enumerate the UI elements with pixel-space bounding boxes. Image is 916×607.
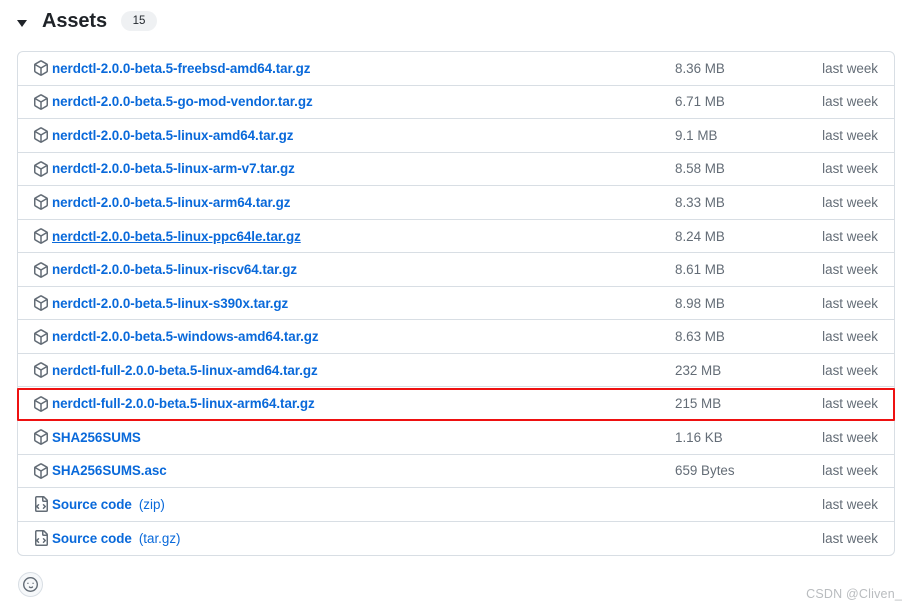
asset-link-suffix: (tar.gz) [138, 530, 181, 546]
package-icon [33, 93, 49, 110]
asset-size: 8.36 MB [675, 60, 725, 76]
asset-date: last week [822, 429, 878, 445]
assets-table: nerdctl-2.0.0-beta.5-freebsd-amd64.tar.g… [17, 51, 895, 557]
assets-header[interactable]: Assets 15 [17, 8, 157, 34]
asset-link[interactable]: nerdctl-2.0.0-beta.5-linux-amd64.tar.gz [52, 128, 293, 143]
asset-name-cell: SHA256SUMS [33, 429, 662, 446]
watermark: CSDN @Cliven_ [806, 587, 902, 601]
asset-name-cell: nerdctl-2.0.0-beta.5-freebsd-amd64.tar.g… [33, 60, 662, 77]
asset-name-cell: nerdctl-2.0.0-beta.5-go-mod-vendor.tar.g… [33, 93, 662, 110]
asset-size: 232 MB [675, 362, 722, 378]
table-row[interactable]: nerdctl-2.0.0-beta.5-freebsd-amd64.tar.g… [18, 52, 894, 86]
asset-name-cell: nerdctl-full-2.0.0-beta.5-linux-arm64.ta… [33, 395, 662, 412]
asset-size: 8.63 MB [675, 329, 725, 345]
table-row[interactable]: Source code (tar.gz) last week [18, 522, 894, 556]
asset-date: last week [822, 60, 878, 76]
package-icon [33, 127, 49, 144]
asset-date: last week [822, 262, 878, 278]
asset-name-cell: nerdctl-2.0.0-beta.5-linux-s390x.tar.gz [33, 295, 662, 311]
package-icon [33, 362, 49, 379]
table-row[interactable]: nerdctl-2.0.0-beta.5-go-mod-vendor.tar.g… [18, 86, 894, 120]
asset-date: last week [822, 396, 878, 412]
asset-size: 8.58 MB [675, 161, 725, 177]
asset-link[interactable]: nerdctl-2.0.0-beta.5-linux-arm64.tar.gz [52, 195, 290, 210]
smiley-icon [23, 577, 38, 592]
asset-size: 9.1 MB [675, 127, 718, 143]
assets-count-badge: 15 [121, 11, 157, 31]
package-icon [33, 328, 49, 345]
asset-size: 6.71 MB [675, 94, 725, 110]
triangle-down-icon[interactable] [17, 19, 27, 27]
asset-name-cell: nerdctl-2.0.0-beta.5-linux-riscv64.tar.g… [33, 261, 662, 278]
asset-date: last week [822, 463, 878, 479]
asset-name-cell: nerdctl-2.0.0-beta.5-linux-arm64.tar.gz [33, 194, 662, 211]
asset-date: last week [822, 329, 878, 345]
asset-size: 1.16 KB [675, 429, 723, 445]
table-row[interactable]: nerdctl-full-2.0.0-beta.5-linux-amd64.ta… [18, 354, 894, 388]
asset-name-cell: nerdctl-full-2.0.0-beta.5-linux-amd64.ta… [33, 362, 662, 379]
table-row[interactable]: nerdctl-2.0.0-beta.5-linux-arm64.tar.gz 8… [18, 186, 894, 220]
asset-link[interactable]: nerdctl-2.0.0-beta.5-linux-arm-v7.tar.gz [52, 161, 295, 176]
asset-link[interactable]: nerdctl-full-2.0.0-beta.5-linux-amd64.ta… [52, 363, 318, 378]
asset-size: 8.98 MB [675, 295, 725, 311]
asset-date: last week [822, 295, 878, 311]
asset-name-cell: nerdctl-2.0.0-beta.5-linux-amd64.tar.gz [33, 127, 662, 144]
asset-name-cell: Source code (tar.gz) [33, 530, 662, 547]
asset-link-suffix: (zip) [138, 496, 165, 512]
package-icon [33, 295, 49, 311]
asset-date: last week [822, 362, 878, 378]
asset-link[interactable]: SHA256SUMS [52, 430, 141, 445]
page-title: Assets [42, 10, 107, 32]
table-row[interactable]: Source code (zip) last week [18, 488, 894, 522]
asset-link[interactable]: nerdctl-2.0.0-beta.5-freebsd-amd64.tar.g… [52, 61, 310, 76]
package-icon [33, 194, 49, 211]
asset-date: last week [822, 161, 878, 177]
file-code-icon [33, 496, 49, 513]
table-row[interactable]: nerdctl-2.0.0-beta.5-windows-amd64.tar.g… [18, 320, 894, 354]
asset-size: 8.61 MB [675, 262, 725, 278]
asset-name-cell: SHA256SUMS.asc [33, 462, 662, 479]
asset-name-cell: nerdctl-2.0.0-beta.5-windows-amd64.tar.g… [33, 328, 662, 345]
asset-size: 659 Bytes [675, 463, 735, 479]
package-icon [33, 161, 49, 177]
asset-date: last week [822, 127, 878, 143]
table-row[interactable]: SHA256SUMS.asc 659 Bytes last week [18, 455, 894, 489]
package-icon [33, 395, 49, 412]
table-row[interactable]: nerdctl-2.0.0-beta.5-linux-amd64.tar.gz 9… [18, 119, 894, 153]
asset-link[interactable]: Source code [52, 531, 132, 546]
package-icon [33, 228, 49, 244]
asset-link[interactable]: nerdctl-full-2.0.0-beta.5-linux-arm64.ta… [52, 396, 315, 411]
asset-link[interactable]: nerdctl-2.0.0-beta.5-linux-riscv64.tar.g… [52, 262, 297, 277]
asset-name-cell: Source code (zip) [33, 496, 662, 513]
package-icon [33, 261, 49, 278]
table-row[interactable]: nerdctl-2.0.0-beta.5-linux-s390x.tar.gz 8… [18, 287, 894, 321]
table-row[interactable]: nerdctl-2.0.0-beta.5-linux-arm-v7.tar.gz… [18, 153, 894, 187]
asset-size: 8.33 MB [675, 194, 725, 210]
asset-name-cell: nerdctl-2.0.0-beta.5-linux-ppc64le.tar.g… [33, 228, 662, 244]
asset-link[interactable]: SHA256SUMS.asc [52, 463, 167, 478]
asset-link[interactable]: nerdctl-2.0.0-beta.5-windows-amd64.tar.g… [52, 329, 319, 344]
asset-date: last week [822, 496, 878, 512]
asset-link[interactable]: Source code [52, 497, 132, 512]
asset-date: last week [822, 530, 878, 546]
add-reaction-button[interactable] [18, 572, 43, 597]
package-icon [33, 462, 49, 479]
asset-link[interactable]: nerdctl-2.0.0-beta.5-linux-s390x.tar.gz [52, 296, 288, 311]
asset-date: last week [822, 228, 878, 244]
table-row[interactable]: SHA256SUMS 1.16 KB last week [18, 421, 894, 455]
asset-size: 8.24 MB [675, 228, 725, 244]
package-icon [33, 60, 49, 77]
asset-link[interactable]: nerdctl-2.0.0-beta.5-linux-ppc64le.tar.g… [52, 229, 301, 244]
table-row[interactable]: nerdctl-2.0.0-beta.5-linux-riscv64.tar.g… [18, 253, 894, 287]
table-row[interactable]: nerdctl-2.0.0-beta.5-linux-ppc64le.tar.g… [18, 220, 894, 254]
table-row[interactable]: nerdctl-full-2.0.0-beta.5-linux-arm64.ta… [18, 387, 894, 422]
package-icon [33, 429, 49, 446]
asset-date: last week [822, 194, 878, 210]
asset-link[interactable]: nerdctl-2.0.0-beta.5-go-mod-vendor.tar.g… [52, 94, 313, 109]
file-code-icon [33, 530, 49, 547]
asset-name-cell: nerdctl-2.0.0-beta.5-linux-arm-v7.tar.gz [33, 161, 662, 177]
asset-size: 215 MB [675, 396, 722, 412]
asset-date: last week [822, 94, 878, 110]
